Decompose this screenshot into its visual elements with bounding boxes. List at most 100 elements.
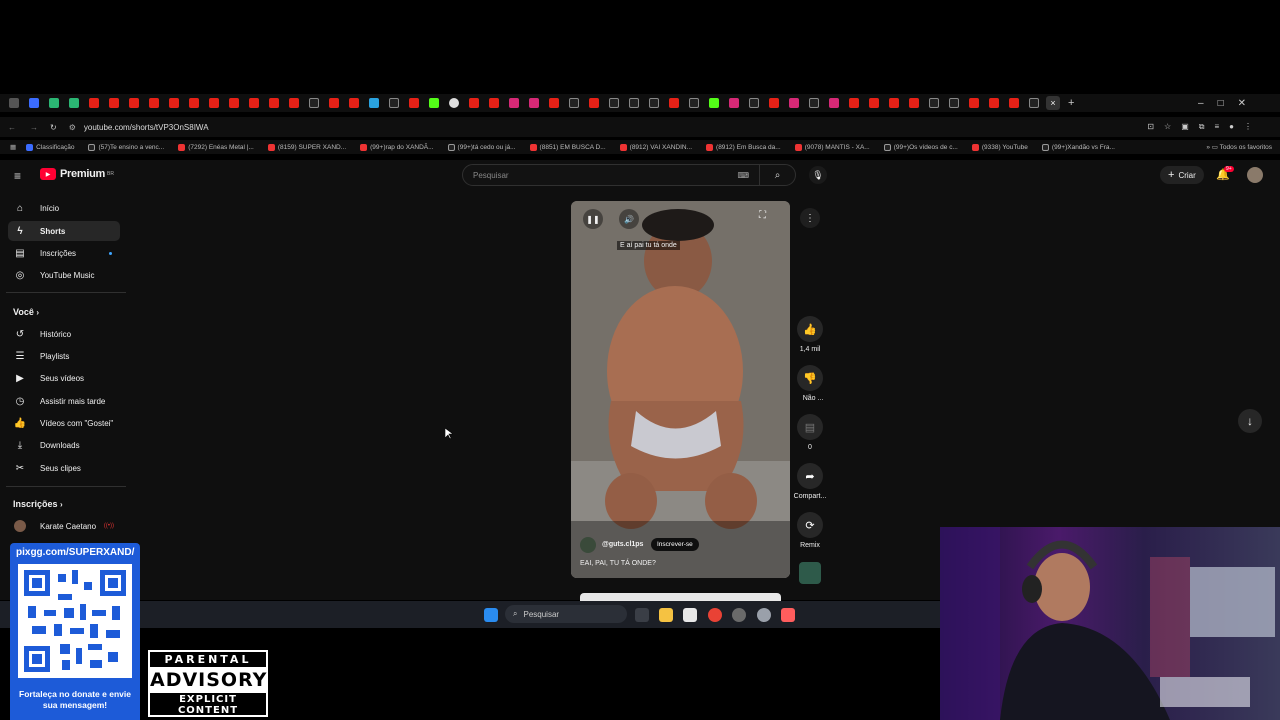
tab-icon[interactable]	[269, 98, 279, 108]
you-section-title[interactable]: Você ›	[13, 307, 39, 317]
tab-icon[interactable]	[209, 98, 219, 108]
tab-icon[interactable]	[549, 98, 559, 108]
short-video[interactable]: ❚❚ 🔊 ⛶ E aí pai tu tá onde @guts.cl1ps I…	[571, 201, 790, 578]
settings-icon[interactable]	[757, 608, 771, 622]
site-settings-icon[interactable]: ⚙	[69, 123, 76, 132]
tab-icon[interactable]	[289, 98, 299, 108]
tab-icon[interactable]	[509, 98, 519, 108]
tab-icon[interactable]	[729, 98, 739, 108]
bookmark-item[interactable]: (99+)Os vídeos de c...	[883, 143, 958, 151]
new-tab-icon[interactable]: +	[1068, 97, 1074, 109]
volume-icon[interactable]: 🔊	[619, 209, 639, 229]
search-input[interactable]: Pesquisar ⌨ ⌕	[462, 164, 796, 186]
sidebar-item-subscriptions[interactable]: ▤ Inscrições	[8, 243, 120, 263]
subscribe-button[interactable]: Inscrever-se	[651, 538, 699, 551]
tab-icon[interactable]	[749, 98, 759, 108]
tab-icon[interactable]	[129, 98, 139, 108]
tab-icon[interactable]	[869, 98, 879, 108]
tab-icon[interactable]	[669, 98, 679, 108]
bookmark-item[interactable]: (99+)Xandão vs Fra...	[1041, 143, 1115, 151]
sidebar-item-your-videos[interactable]: ▶ Seus vídeos	[8, 368, 120, 388]
windows-start-icon[interactable]	[484, 608, 498, 622]
tab-icon[interactable]	[109, 98, 119, 108]
tab-icon[interactable]	[829, 98, 839, 108]
tab-icon[interactable]	[709, 98, 719, 108]
tab-icon[interactable]	[609, 98, 619, 108]
tab-icon[interactable]	[89, 98, 99, 108]
sidebar-item-watch-later[interactable]: ◷ Assistir mais tarde	[8, 391, 120, 411]
tab-icon[interactable]	[1029, 98, 1039, 108]
bookmark-item[interactable]: (9078) MANTIS - XA...	[794, 143, 870, 151]
tab-icon[interactable]	[249, 98, 259, 108]
tab-icon[interactable]	[469, 98, 479, 108]
next-short-icon[interactable]: ↓	[1238, 409, 1262, 433]
tab-icon[interactable]	[789, 98, 799, 108]
all-bookmarks[interactable]: » ▭ Todos os favoritos	[1206, 143, 1272, 151]
channel-handle[interactable]: @guts.cl1ps	[602, 541, 643, 548]
youtube-logo[interactable]: ▶ Premium BR	[40, 168, 114, 180]
create-button[interactable]: + Criar	[1160, 166, 1204, 184]
comments-icon[interactable]: ▤	[797, 414, 823, 440]
tab-icon[interactable]	[929, 98, 939, 108]
browser-toolbar-icons[interactable]: ⊡☆▣⧉≡●⋮	[1147, 122, 1262, 132]
store-icon[interactable]	[683, 608, 697, 622]
tab-icon[interactable]	[529, 98, 539, 108]
url-field[interactable]: youtube.com/shorts/tVP3OnS8IWA	[84, 123, 209, 132]
tab-icon[interactable]	[229, 98, 239, 108]
tab-icon[interactable]	[949, 98, 959, 108]
window-controls[interactable]: –□✕	[1198, 98, 1260, 109]
chrome-icon[interactable]	[708, 608, 722, 622]
tab-icon[interactable]	[909, 98, 919, 108]
tab-icon[interactable]	[29, 98, 39, 108]
task-view-icon[interactable]	[635, 608, 649, 622]
file-explorer-icon[interactable]	[659, 608, 673, 622]
bookmark-item[interactable]: (8912) Em Busca da...	[706, 143, 781, 151]
bookmark-item[interactable]: (57)Te ensino a venc...	[88, 143, 164, 151]
apps-icon[interactable]: ▦	[10, 143, 16, 151]
tab-icon[interactable]	[49, 98, 59, 108]
tab-icon[interactable]	[389, 98, 399, 108]
tab-icon[interactable]	[629, 98, 639, 108]
forward-icon[interactable]: →	[30, 123, 38, 132]
sidebar-item-downloads[interactable]: ⤓ Downloads	[8, 435, 120, 455]
like-icon[interactable]: 👍	[797, 316, 823, 342]
bookmark-item[interactable]: (9338) YouTube	[971, 143, 1028, 151]
tab-icon[interactable]	[189, 98, 199, 108]
menu-icon[interactable]: ≡	[14, 169, 21, 183]
close-tab-icon[interactable]: ×	[1046, 96, 1060, 110]
tab-icon[interactable]	[429, 98, 439, 108]
next-short-preview[interactable]	[580, 593, 781, 601]
tab-icon[interactable]	[569, 98, 579, 108]
more-options-icon[interactable]: ⋮	[800, 208, 820, 228]
sidebar-item-liked[interactable]: 👍 Vídeos com "Gostei"	[8, 413, 120, 433]
reload-icon[interactable]: ↻	[50, 123, 57, 132]
tab-icon[interactable]	[169, 98, 179, 108]
bookmark-item[interactable]: (99+)rap do XANDÃ...	[360, 143, 434, 151]
subscription-channel[interactable]: Karate Caetano ((•))	[8, 516, 120, 536]
tab-icon[interactable]	[409, 98, 419, 108]
sidebar-item-clips[interactable]: ✂ Seus clipes	[8, 458, 120, 478]
tab-icon[interactable]	[489, 98, 499, 108]
tab-icon[interactable]	[1009, 98, 1019, 108]
tab-icon[interactable]	[689, 98, 699, 108]
sidebar-item-youtube-music[interactable]: ◎ YouTube Music	[8, 265, 120, 285]
subscriptions-section-title[interactable]: Inscrições ›	[13, 499, 63, 509]
sidebar-item-playlists[interactable]: ☰ Playlists	[8, 346, 120, 366]
sidebar-item-home[interactable]: ⌂ Início	[8, 198, 120, 218]
share-icon[interactable]: ➦	[797, 463, 823, 489]
mic-icon[interactable]: 🎙	[809, 166, 827, 184]
short-title[interactable]: EAI, PAI, TU TÁ ONDE?	[580, 560, 656, 567]
tab-icon[interactable]	[149, 98, 159, 108]
tab-list-icon[interactable]	[9, 98, 19, 108]
bookmark-item[interactable]: (8912) VAI XANDIN...	[619, 143, 692, 151]
tab-icon[interactable]	[649, 98, 659, 108]
tab-icon[interactable]	[769, 98, 779, 108]
fullscreen-icon[interactable]: ⛶	[759, 210, 766, 221]
tab-icon[interactable]	[969, 98, 979, 108]
sidebar-item-shorts[interactable]: ϟ Shorts	[8, 221, 120, 241]
app-icon[interactable]	[732, 608, 746, 622]
tab-icon[interactable]	[329, 98, 339, 108]
taskbar-search[interactable]: ⌕ Pesquisar	[505, 605, 627, 623]
search-button[interactable]: ⌕	[759, 165, 795, 185]
back-icon[interactable]: ←	[8, 123, 16, 132]
